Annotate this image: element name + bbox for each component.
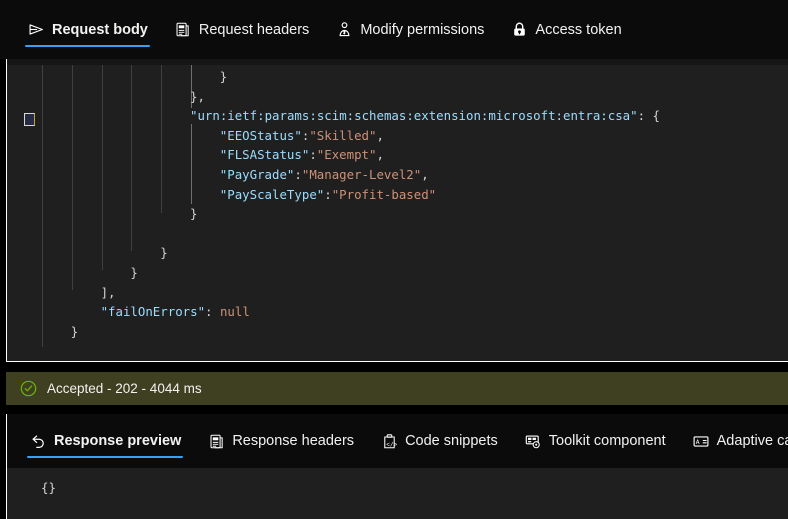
code-line: "failOnErrors": null: [7, 302, 788, 322]
code-token: },: [190, 89, 205, 104]
tab-request-headers[interactable]: Request headers: [161, 0, 322, 59]
id-card-icon: A: [692, 432, 710, 450]
svg-text:</>: </>: [386, 441, 397, 448]
code-token: "PayScaleType": [220, 187, 324, 202]
code-token: ],: [101, 285, 116, 300]
tab-label: Toolkit component: [549, 433, 666, 449]
code-line: "FLSAStatus":"Exempt",: [7, 145, 788, 165]
request-tab-strip: Request body Request headers Modify permis…: [0, 0, 788, 59]
code-token: "Profit-based": [332, 187, 436, 202]
rtab-code-snippets[interactable]: </> Code snippets: [367, 414, 511, 468]
toolkit-gear-icon: [524, 432, 542, 450]
tab-label: Response headers: [232, 433, 354, 449]
graph-explorer-panel: Request body Request headers Modify permis…: [0, 0, 788, 519]
code-line: "urn:ietf:params:scim:schemas:extension:…: [7, 106, 788, 126]
code-token: ,: [376, 128, 383, 143]
code-line: }: [7, 263, 788, 283]
code-token: }: [71, 324, 78, 339]
reply-arrow-icon: [29, 432, 47, 450]
tab-access-token[interactable]: Access token: [497, 0, 634, 59]
code-token: "Skilled": [309, 128, 376, 143]
code-token: "urn:ietf:params:scim:schemas:extension:…: [190, 108, 638, 123]
response-json-content: {}: [41, 480, 56, 495]
code-line: }: [7, 322, 788, 342]
code-token: :: [324, 187, 331, 202]
code-token: ,: [376, 147, 383, 162]
person-key-icon: [335, 21, 353, 39]
send-icon: [27, 21, 45, 39]
status-text: Accepted - 202 - 4044 ms: [47, 381, 202, 396]
code-token: :: [205, 304, 220, 319]
code-line: "EEOStatus":"Skilled",: [7, 126, 788, 146]
code-line: "PayScaleType":"Profit-based": [7, 185, 788, 205]
tab-request-body[interactable]: Request body: [14, 0, 161, 59]
response-panel: Response preview Response headers </> Code …: [6, 414, 788, 519]
checkmark-circle-icon: [20, 380, 37, 397]
code-token: :: [309, 147, 316, 162]
code-line: }: [7, 204, 788, 224]
code-token: "EEOStatus": [220, 128, 302, 143]
code-token: null: [220, 304, 250, 319]
tab-label: Request headers: [199, 22, 309, 38]
request-body-editor[interactable]: }}, "urn:ietf:params:scim:schemas:extensi…: [6, 59, 788, 362]
tab-label: Modify permissions: [360, 22, 484, 38]
code-token: "FLSAStatus": [220, 147, 310, 162]
svg-text:A: A: [695, 439, 699, 446]
code-line: "PayGrade":"Manager-Level2",: [7, 165, 788, 185]
code-line: ],: [7, 283, 788, 303]
document-header-icon: [207, 432, 225, 450]
tab-label: Code snippets: [405, 433, 498, 449]
tab-label: Adaptive cards: [717, 433, 788, 449]
code-token: }: [220, 69, 227, 84]
code-token: ,: [421, 167, 428, 182]
tab-modify-permissions[interactable]: Modify permissions: [322, 0, 497, 59]
code-line: }: [7, 243, 788, 263]
code-token: }: [160, 245, 167, 260]
document-header-icon: [174, 21, 192, 39]
tab-label: Response preview: [54, 433, 181, 449]
code-token: }: [190, 206, 197, 221]
json-code-content[interactable]: }}, "urn:ietf:params:scim:schemas:extensi…: [7, 65, 788, 361]
tab-label: Access token: [535, 22, 621, 38]
response-status-bar: Accepted - 202 - 4044 ms: [6, 372, 788, 405]
code-line: [7, 224, 788, 244]
code-token: "failOnErrors": [101, 304, 205, 319]
code-token: "Exempt": [317, 147, 377, 162]
rtab-toolkit-component[interactable]: Toolkit component: [511, 414, 679, 468]
rtab-adaptive-cards[interactable]: A Adaptive cards: [679, 414, 788, 468]
code-token: "PayGrade": [220, 167, 295, 182]
code-clipboard-icon: </>: [380, 432, 398, 450]
code-line: }: [7, 67, 788, 87]
code-token: :: [294, 167, 301, 182]
code-token: }: [130, 265, 137, 280]
response-preview-body[interactable]: {}: [7, 468, 788, 519]
rtab-response-preview[interactable]: Response preview: [16, 414, 194, 468]
code-line: },: [7, 87, 788, 107]
tab-label: Request body: [52, 22, 148, 38]
response-tab-strip: Response preview Response headers </> Code …: [7, 414, 788, 468]
lock-icon: [510, 21, 528, 39]
code-token: "Manager-Level2": [302, 167, 421, 182]
code-token: : {: [638, 108, 660, 123]
rtab-response-headers[interactable]: Response headers: [194, 414, 367, 468]
